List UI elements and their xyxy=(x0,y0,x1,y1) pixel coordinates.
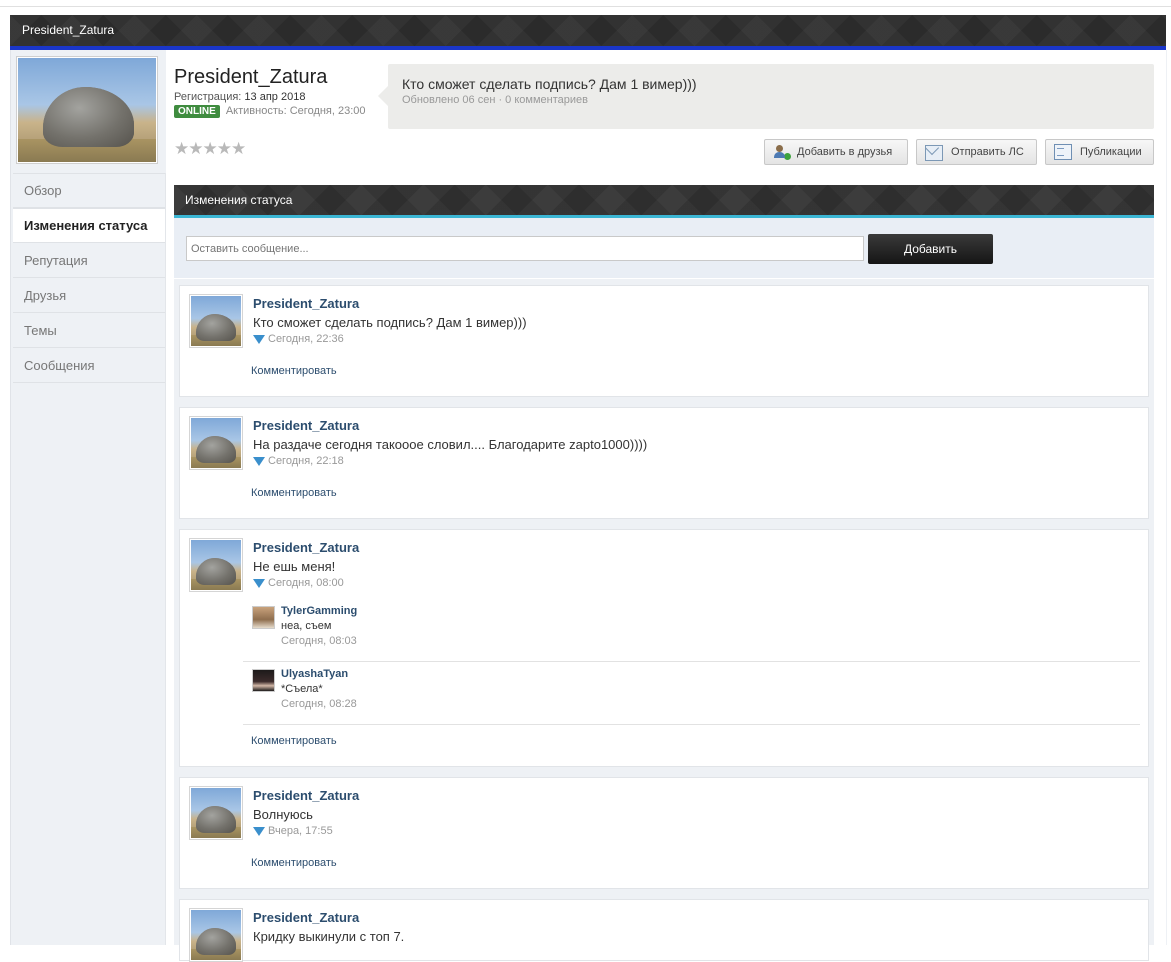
online-badge: ONLINE xyxy=(174,105,220,118)
compose-form: Добавить xyxy=(174,218,1154,278)
section-title: Изменения статуса xyxy=(185,193,293,207)
triangle-down-icon xyxy=(253,334,265,344)
comment-item: UlyashaTyan *Съела* Сегодня, 08:28 xyxy=(243,662,1140,725)
status-text: Волнуюсь xyxy=(253,807,313,822)
registration-info: Регистрация: 13 апр 2018 xyxy=(174,91,305,103)
author-name[interactable]: President_Zatura xyxy=(253,910,359,925)
comment-link[interactable]: Комментировать xyxy=(251,487,337,499)
registration-date: 13 апр 2018 xyxy=(244,91,306,103)
author-avatar[interactable] xyxy=(189,416,243,470)
send-pm-label: Отправить ЛС xyxy=(951,146,1024,158)
status-time: Сегодня, 22:18 xyxy=(253,455,344,467)
publications-label: Публикации xyxy=(1080,146,1142,158)
add-status-button[interactable]: Добавить xyxy=(868,234,993,264)
status-card: President_Zatura Волнуюсь Вчера, 17:55 К… xyxy=(179,777,1149,889)
add-friend-icon xyxy=(773,145,791,160)
status-text: Не ешь меня! xyxy=(253,559,336,574)
status-card: President_Zatura На раздаче сегодня тако… xyxy=(179,407,1149,519)
document-icon xyxy=(1054,144,1072,160)
nav-item-overview[interactable]: Обзор xyxy=(13,173,165,208)
status-card: President_Zatura Кридку выкинули с топ 7… xyxy=(179,899,1149,962)
comment-link[interactable]: Комментировать xyxy=(251,735,337,747)
triangle-down-icon xyxy=(253,456,265,466)
author-name[interactable]: President_Zatura xyxy=(253,540,359,555)
status-text: Кто сможет сделать подпись? Дам 1 вимер)… xyxy=(253,315,527,330)
activity-label: Активность: xyxy=(225,105,287,117)
status-card: President_Zatura Не ешь меня! Сегодня, 0… xyxy=(179,529,1149,767)
status-time: Сегодня, 08:00 xyxy=(253,577,344,589)
commenter-avatar[interactable] xyxy=(252,606,275,629)
status-text: На раздаче сегодня такоооe словил.... Бл… xyxy=(253,437,648,452)
activity-info: ONLINE Активность: Сегодня, 23:00 xyxy=(174,105,366,118)
comment-time: Сегодня, 08:28 xyxy=(281,698,357,710)
registration-label: Регистрация: xyxy=(174,91,242,103)
author-name[interactable]: President_Zatura xyxy=(253,418,359,433)
status-feed: President_Zatura Кто сможет сделать подп… xyxy=(174,279,1154,962)
comment-time: Сегодня, 08:03 xyxy=(281,635,357,647)
rating-stars-icon[interactable]: ★★★★★ xyxy=(174,139,246,159)
author-name[interactable]: President_Zatura xyxy=(253,296,359,311)
status-time: Сегодня, 22:36 xyxy=(253,333,344,345)
comment-item: TylerGamming неа, съем Сегодня, 08:03 xyxy=(243,599,1140,662)
author-avatar[interactable] xyxy=(189,538,243,592)
comment-link[interactable]: Комментировать xyxy=(251,365,337,377)
window-title: President_Zatura xyxy=(22,23,115,37)
window-titlebar: President_Zatura xyxy=(10,15,1166,50)
comment-link[interactable]: Комментировать xyxy=(251,857,337,869)
triangle-down-icon xyxy=(253,826,265,836)
commenter-name[interactable]: TylerGamming xyxy=(281,605,357,617)
send-pm-button[interactable]: Отправить ЛС xyxy=(916,139,1037,165)
profile-avatar[interactable] xyxy=(16,56,158,164)
section-header: Изменения статуса xyxy=(174,185,1154,218)
message-input[interactable] xyxy=(186,236,864,261)
status-time: Вчера, 17:55 xyxy=(253,825,333,837)
author-avatar[interactable] xyxy=(189,908,243,962)
add-friend-button[interactable]: Добавить в друзья xyxy=(764,139,908,165)
author-avatar[interactable] xyxy=(189,294,243,348)
nav-item-status-updates[interactable]: Изменения статуса xyxy=(13,208,165,243)
publications-button[interactable]: Публикации xyxy=(1045,139,1154,165)
comment-text: неа, съем xyxy=(281,620,332,632)
nav-item-friends[interactable]: Друзья xyxy=(13,278,165,313)
nav-item-reputation[interactable]: Репутация xyxy=(13,243,165,278)
profile-name: President_Zatura xyxy=(174,66,328,88)
profile-nav: Обзор Изменения статуса Репутация Друзья… xyxy=(13,173,165,383)
nav-item-topics[interactable]: Темы xyxy=(13,313,165,348)
status-text: Кридку выкинули с топ 7. xyxy=(253,929,405,944)
current-status-meta: Обновлено 06 сен · 0 комментариев xyxy=(402,94,588,106)
activity-value: Сегодня, 23:00 xyxy=(289,105,366,117)
triangle-down-icon xyxy=(253,578,265,588)
commenter-name[interactable]: UlyashaTyan xyxy=(281,668,348,680)
status-bubble: Кто сможет сделать подпись? Дам 1 вимер)… xyxy=(378,64,1154,129)
mail-icon xyxy=(925,145,943,161)
top-divider xyxy=(0,0,1171,7)
rock-photo xyxy=(18,58,156,162)
commenter-avatar[interactable] xyxy=(252,669,275,692)
nav-item-posts[interactable]: Сообщения xyxy=(13,348,165,383)
author-name[interactable]: President_Zatura xyxy=(253,788,359,803)
author-avatar[interactable] xyxy=(189,786,243,840)
comment-text: *Съела* xyxy=(281,683,323,695)
status-card: President_Zatura Кто сможет сделать подп… xyxy=(179,285,1149,397)
current-status-text: Кто сможет сделать подпись? Дам 1 вимер)… xyxy=(402,76,697,92)
add-friend-label: Добавить в друзья xyxy=(797,146,893,158)
